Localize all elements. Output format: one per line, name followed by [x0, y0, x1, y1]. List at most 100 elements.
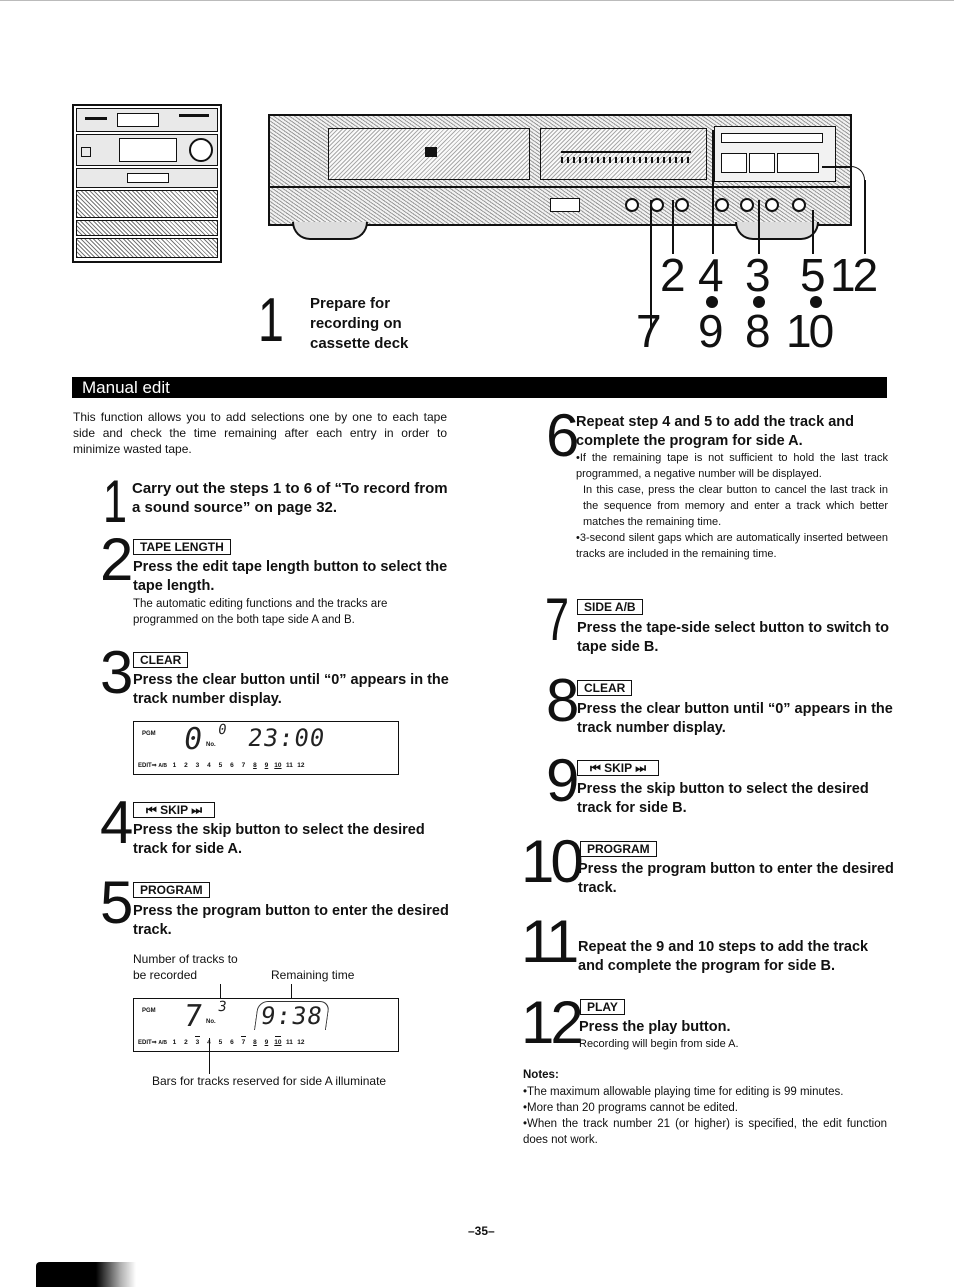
stereo-tuner-unit [76, 108, 218, 132]
step-bullets: •If the remaining tape is not sufficient… [576, 450, 888, 562]
stereo-bottom-unit [76, 238, 218, 258]
callout-number: 5 [800, 249, 826, 301]
deck-round-button [715, 198, 729, 212]
step-number: 5 [100, 869, 134, 936]
annotation-bars-label: Bars for tracks reserved for side A illu… [152, 1074, 387, 1088]
step-number: 1 [103, 468, 128, 535]
edit-track-row: EDIT⇒ A/B 123456789101112 [138, 762, 307, 769]
page-top-edge [0, 0, 954, 1]
track-number: 6 [230, 762, 234, 769]
deck-play-button [777, 153, 819, 173]
prepare-step-number: 1 [258, 286, 284, 355]
edit-track-row: EDIT⇒ A/B 123456789101112 [138, 1036, 307, 1046]
deck-lcd-display [540, 128, 707, 180]
section-title: Manual edit [82, 378, 170, 397]
callout-number: 9 [698, 305, 724, 357]
step-body: The automatic editing functions and the … [133, 598, 388, 626]
stereo-system-illustration [72, 104, 222, 263]
note-item: •The maximum allowable playing time for … [523, 1086, 844, 1098]
stereo-amplifier-unit [76, 134, 218, 166]
section-header: Manual edit [72, 377, 887, 398]
track-number: 2 [184, 1039, 188, 1046]
callout-curve-12 [846, 166, 865, 185]
step-heading: Press the skip button to select the desi… [133, 822, 425, 857]
note-item: •When the track number 21 (or higher) is… [523, 1118, 887, 1146]
track-number: 5 [218, 762, 223, 769]
note-item: •More than 20 programs cannot be edited. [523, 1102, 738, 1114]
annotation-pointer [209, 1038, 210, 1074]
deck-foot-left [292, 222, 368, 240]
key-label-skip: ⏮ SKIP ⏭ [577, 760, 660, 776]
deck-round-button [675, 198, 689, 212]
callout-number: 8 [745, 305, 771, 357]
key-label-clear: CLEAR [133, 652, 189, 668]
stereo-equalizer-unit [76, 220, 218, 236]
step-number: 12 [521, 989, 584, 1056]
annotation-tracks-label: Number of tracks to be recorded [133, 952, 238, 982]
edit-label: EDIT⇒ [138, 1040, 157, 1046]
lcd-display-step5: PGM 7 No. 3 9:38 EDIT⇒ A/B 1234567891011… [133, 998, 399, 1052]
callout-number: 7 [636, 305, 662, 357]
deck-round-button [625, 198, 639, 212]
track-number-reserved: 10 [272, 1036, 284, 1046]
scan-smudge [36, 1262, 136, 1287]
callout-number: 12 [830, 249, 878, 301]
step-heading: Press the program button to enter the de… [133, 903, 449, 938]
track-number: 4 [207, 762, 211, 769]
step-number: 11 [521, 908, 579, 975]
step-number: 10 [521, 828, 584, 895]
step-number: 3 [100, 639, 134, 706]
side-label: A/B [158, 763, 167, 769]
key-label-program: PROGRAM [133, 882, 210, 898]
track-number: 8 [253, 762, 257, 769]
track-number: 12 [297, 762, 305, 769]
track-number: 1 [172, 762, 177, 769]
step-number: 9 [546, 747, 580, 814]
track-number-reserved: 7 [238, 1036, 250, 1046]
bullet-item: In this case, press the clear button to … [583, 484, 888, 528]
step-heading: Press the program button to enter the de… [578, 861, 894, 896]
track-number: 11 [285, 762, 293, 769]
step-body: Recording will begin from side A. [579, 1038, 739, 1050]
track-list: 123456789101112 [169, 1036, 307, 1046]
callout-number: 3 [745, 249, 771, 301]
callout-number: 2 [660, 249, 686, 301]
callout-line-12 [864, 180, 866, 254]
track-number: 11 [285, 1039, 293, 1046]
step-number: 6 [546, 402, 580, 469]
track-number: 10 [274, 762, 282, 769]
no-label: No. [206, 742, 216, 748]
stereo-cd-unit [76, 168, 218, 188]
track-number-reserved: 3 [192, 1036, 204, 1046]
track-list: 123456789101112 [169, 762, 307, 769]
bullet-item: •3-second silent gaps which are automati… [576, 532, 888, 560]
bullet-item: •If the remaining tape is not sufficient… [576, 452, 888, 480]
volume-knob-icon [189, 138, 213, 162]
step-heading: Press the clear button until “0” appears… [133, 672, 449, 707]
step-heading: Press the tape-side select button to swi… [577, 620, 889, 655]
no-label: No. [206, 1019, 216, 1025]
key-label-skip: ⏮ SKIP ⏭ [133, 802, 216, 818]
cassette-deck-illustration [268, 114, 852, 226]
track-number-digit: 0 [216, 722, 229, 738]
step-heading: Repeat step 4 and 5 to add the track and… [576, 414, 854, 449]
notes-title: Notes: [523, 1069, 559, 1081]
notes-list: •The maximum allowable playing time for … [523, 1084, 887, 1148]
step-number: 8 [546, 667, 580, 734]
step-number: 4 [100, 789, 134, 856]
step-number: 2 [100, 526, 134, 593]
callout-line-4 [712, 130, 714, 254]
edit-label: EDIT⇒ [138, 763, 157, 769]
callout-line-3 [758, 200, 760, 254]
key-label-tape-length: TAPE LENGTH [133, 539, 231, 555]
remaining-time: 23:00 [246, 724, 328, 752]
remaining-time: 9:38 [253, 1001, 330, 1030]
side-label: A/B [158, 1040, 167, 1046]
step-heading: Press the clear button until “0” appears… [577, 701, 893, 736]
pgm-label: PGM [142, 1008, 156, 1014]
lcd-display-step3: PGM 0 No. 0 23:00 EDIT⇒ A/B 1 2 3 4 5 6 7 8 9 10 1… [133, 721, 399, 775]
key-label-clear: CLEAR [577, 680, 633, 696]
prepare-step-text: Prepare for recording on cassette deck [310, 295, 409, 352]
cassette-door-a [328, 128, 530, 180]
callout-line-2 [672, 200, 674, 254]
